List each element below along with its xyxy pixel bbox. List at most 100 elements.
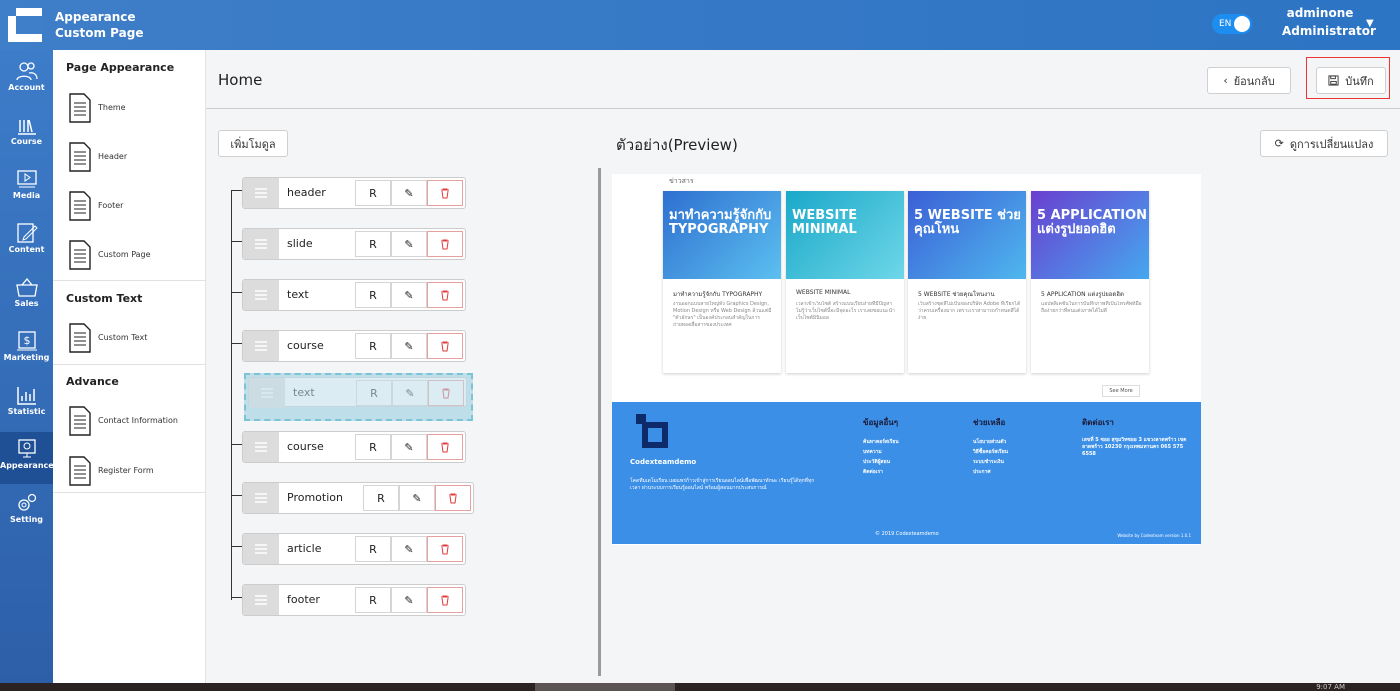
- panel-item-custom-text[interactable]: Custom Text: [68, 323, 198, 353]
- panel-item-custom-page[interactable]: Custom Page: [68, 240, 198, 270]
- trash-icon[interactable]: [427, 180, 463, 206]
- footer-link[interactable]: ค้นหาคอร์สเรียน: [863, 437, 963, 447]
- panel-item-theme[interactable]: Theme: [68, 93, 198, 123]
- see-more-button[interactable]: See More: [1102, 385, 1140, 397]
- nav-marketing[interactable]: $ Marketing: [0, 324, 53, 376]
- rename-button[interactable]: R: [355, 587, 391, 613]
- trash-icon[interactable]: [427, 333, 463, 359]
- module-row-promotion[interactable]: Promotion R ✎: [242, 482, 474, 514]
- card-description: แอปพลิเคชันในการบันทึกภาพที่เป็นโทรศัพท์…: [1041, 301, 1142, 314]
- trash-icon[interactable]: [427, 587, 463, 613]
- nav-statistic[interactable]: Statistic: [0, 378, 53, 430]
- pane-resize-handle[interactable]: [598, 168, 601, 676]
- nav-setting[interactable]: Setting: [0, 486, 53, 538]
- pencil-icon[interactable]: ✎: [391, 282, 427, 308]
- back-button[interactable]: ‹ ย้อนกลับ: [1207, 67, 1291, 94]
- document-icon: [69, 323, 91, 353]
- panel-item-footer[interactable]: Footer: [68, 191, 198, 221]
- rename-button[interactable]: R: [355, 231, 391, 257]
- module-row-course[interactable]: course R ✎: [242, 330, 466, 362]
- nav-account[interactable]: Account: [0, 54, 53, 106]
- drag-handle-icon[interactable]: [243, 534, 279, 564]
- footer-link[interactable]: นโยบายส่วนตัว: [973, 437, 1073, 447]
- trash-icon[interactable]: [427, 536, 463, 562]
- pencil-icon[interactable]: ✎: [392, 380, 428, 406]
- footer-link[interactable]: บทความ: [863, 447, 963, 457]
- chevron-down-icon[interactable]: ▼: [1366, 18, 1374, 29]
- nav-content[interactable]: Content: [0, 216, 53, 268]
- rename-button[interactable]: R: [355, 282, 391, 308]
- article-card[interactable]: 5 WEBSITE ช่วยคุณโหน 5 WEBSITE ช่วยคุณโห…: [908, 191, 1026, 373]
- drag-handle-icon[interactable]: [243, 331, 279, 361]
- save-button[interactable]: บันทึก: [1316, 67, 1386, 94]
- appearance-panel: Page Appearance Theme Header Footer Cust…: [53, 50, 206, 683]
- rename-button[interactable]: R: [356, 380, 392, 406]
- top-bar: Appearance Custom Page EN adminone Admin…: [0, 0, 1400, 50]
- trash-icon[interactable]: [427, 282, 463, 308]
- trash-icon[interactable]: [435, 485, 471, 511]
- module-row-header[interactable]: header R ✎: [242, 177, 466, 209]
- panel-item-register-form[interactable]: Register Form: [68, 456, 198, 486]
- pencil-icon[interactable]: ✎: [391, 333, 427, 359]
- section-title-page-appearance: Page Appearance: [66, 61, 175, 74]
- module-row-text[interactable]: text R ✎: [242, 279, 466, 311]
- preview-frame[interactable]: ข่าวสาร มาทำความรู้จักกับ TYPOGRAPHY มาท…: [612, 174, 1201, 545]
- add-module-button[interactable]: เพิ่มโมดูล: [218, 130, 288, 157]
- trash-icon[interactable]: [428, 380, 464, 406]
- trash-icon[interactable]: [427, 231, 463, 257]
- pencil-icon[interactable]: ✎: [391, 180, 427, 206]
- trash-icon[interactable]: [427, 434, 463, 460]
- nav-media[interactable]: Media: [0, 162, 53, 214]
- drag-handle-icon[interactable]: [243, 229, 279, 259]
- module-row-footer[interactable]: footer R ✎: [242, 584, 466, 616]
- drag-handle-icon[interactable]: [249, 378, 285, 408]
- nav-sales[interactable]: Sales: [0, 270, 53, 322]
- footer-link[interactable]: ติดต่อเรา: [863, 467, 963, 477]
- svg-text:$: $: [23, 334, 30, 347]
- footer-link[interactable]: ระบบชำระเงิน: [973, 457, 1073, 467]
- drag-handle-icon[interactable]: [243, 585, 279, 615]
- nav-appearance[interactable]: Appearance: [0, 432, 54, 484]
- app-title: Appearance Custom Page: [55, 9, 143, 41]
- panel-item-label: Custom Text: [98, 333, 148, 342]
- drag-handle-icon[interactable]: [243, 178, 279, 208]
- document-icon: [69, 93, 91, 123]
- panel-item-header[interactable]: Header: [68, 142, 198, 172]
- footer-col-title: ข้อมูลอื่นๆ: [863, 418, 899, 427]
- user-menu[interactable]: adminone Administrator: [1282, 4, 1376, 40]
- panel-item-label: Header: [98, 152, 128, 161]
- rename-button[interactable]: R: [363, 485, 399, 511]
- article-card[interactable]: WEBSITE MINIMAL WEBSITE MINIMAL เวลาเข้า…: [786, 191, 904, 373]
- document-icon: [69, 142, 91, 172]
- panel-item-contact-information[interactable]: Contact Information: [68, 406, 198, 436]
- footer-link[interactable]: ประวัติผู้สอน: [863, 457, 963, 467]
- media-icon: [16, 170, 37, 188]
- view-changes-button[interactable]: ⟳ ดูการเปลี่ยนแปลง: [1260, 130, 1388, 157]
- drag-handle-icon[interactable]: [243, 432, 279, 462]
- pencil-icon[interactable]: ✎: [391, 434, 427, 460]
- drag-handle-icon[interactable]: [243, 483, 279, 513]
- dragging-module[interactable]: text R ✎: [248, 377, 467, 408]
- module-row-article[interactable]: article R ✎: [242, 533, 466, 565]
- rename-button[interactable]: R: [355, 536, 391, 562]
- rename-button[interactable]: R: [355, 434, 391, 460]
- article-card[interactable]: 5 APPLICATION แต่งรูปยอดฮิต 5 APPLICATIO…: [1031, 191, 1149, 373]
- rename-button[interactable]: R: [355, 333, 391, 359]
- language-toggle[interactable]: EN: [1212, 14, 1252, 34]
- article-card[interactable]: มาทำความรู้จักกับ TYPOGRAPHY มาทำความรู้…: [663, 191, 781, 373]
- app-logo-icon[interactable]: [6, 6, 44, 44]
- rename-button[interactable]: R: [355, 180, 391, 206]
- nav-course[interactable]: Course: [0, 108, 53, 160]
- pencil-icon[interactable]: ✎: [399, 485, 435, 511]
- module-row-slide[interactable]: slide R ✎: [242, 228, 466, 260]
- taskbar-active-app[interactable]: [535, 683, 675, 691]
- nav-label: Statistic: [7, 407, 46, 416]
- drag-handle-icon[interactable]: [243, 280, 279, 310]
- footer-link[interactable]: วิธีซื้อคอร์สเรียน: [973, 447, 1073, 457]
- pencil-icon[interactable]: ✎: [391, 536, 427, 562]
- module-row-course[interactable]: course R ✎: [242, 431, 466, 463]
- pencil-icon[interactable]: ✎: [391, 231, 427, 257]
- module-name: slide: [287, 237, 313, 250]
- footer-link[interactable]: ประกาศ: [973, 467, 1073, 477]
- pencil-icon[interactable]: ✎: [391, 587, 427, 613]
